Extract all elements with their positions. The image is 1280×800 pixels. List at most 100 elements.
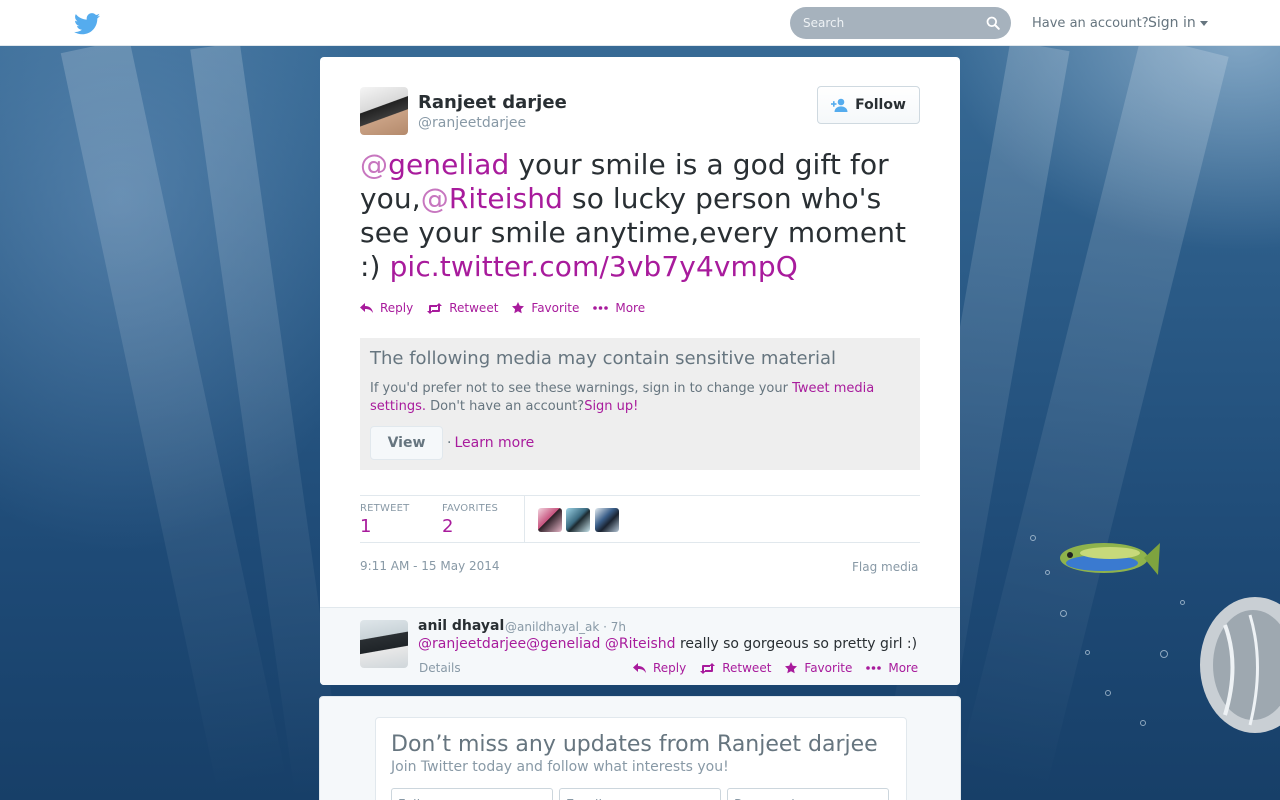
- reply-author-meta: @anildhayal_ak · 7h: [505, 620, 626, 634]
- fish-illustration: [1060, 543, 1160, 575]
- author-name[interactable]: Ranjeet darjee: [418, 92, 567, 113]
- bubble: [1160, 650, 1168, 658]
- reply-author-avatar[interactable]: [360, 620, 408, 668]
- favorite-action[interactable]: Favorite: [785, 661, 852, 675]
- email-field[interactable]: [559, 788, 721, 800]
- mention-link[interactable]: @Riteishd: [421, 182, 563, 215]
- sensitive-title: The following media may contain sensitiv…: [370, 348, 836, 369]
- bubble: [1105, 690, 1111, 696]
- retweet-stat[interactable]: RETWEET 1: [360, 503, 409, 537]
- at-symbol: @: [360, 148, 389, 181]
- mention-link[interactable]: @geneliad: [526, 636, 600, 652]
- more-action[interactable]: More: [593, 301, 645, 315]
- password-field[interactable]: [727, 788, 889, 800]
- stats-divider: [524, 496, 525, 543]
- retweet-action[interactable]: Retweet: [427, 301, 498, 315]
- signup-form: Don’t miss any updates from Ranjeet darj…: [375, 717, 907, 800]
- mention-link[interactable]: @Riteishd: [605, 636, 676, 652]
- mention-username: geneliad: [388, 148, 510, 181]
- mention-username: Riteishd: [448, 182, 563, 215]
- tweet-stats: RETWEET 1 FAVORITES 2: [360, 495, 920, 543]
- author-handle[interactable]: @ranjeetdarjee: [418, 115, 526, 131]
- tweet-card: Ranjeet darjee @ranjeetdarjee Follow @ge…: [320, 57, 960, 685]
- more-label: More: [888, 661, 919, 675]
- user-avatar[interactable]: [566, 508, 590, 532]
- author-avatar[interactable]: [360, 87, 408, 135]
- reply-tweet: anil dhayal @anildhayal_ak · 7h @ranjeet…: [320, 607, 960, 685]
- star-icon: [785, 662, 798, 674]
- retweet-label: Retweet: [722, 661, 772, 675]
- retweet-action[interactable]: Retweet: [700, 661, 771, 675]
- follow-button[interactable]: Follow: [817, 86, 920, 124]
- sensitive-media-warning: The following media may contain sensitiv…: [360, 338, 920, 470]
- sensitive-body-text: If you'd prefer not to see these warning…: [370, 381, 793, 396]
- user-avatar[interactable]: [538, 508, 562, 532]
- retweet-stat-label: RETWEET: [360, 503, 410, 514]
- follow-label: Follow: [855, 97, 906, 113]
- signup-title: Don’t miss any updates from Ranjeet darj…: [391, 732, 878, 757]
- signup-subtitle: Join Twitter today and follow what inter…: [391, 759, 729, 775]
- search-input[interactable]: [790, 7, 1011, 39]
- bubble: [1030, 535, 1036, 541]
- more-dots-icon: [593, 306, 609, 310]
- retweet-label: Retweet: [449, 301, 499, 315]
- favorites-stat[interactable]: FAVORITES 2: [442, 503, 498, 537]
- favorite-label: Favorite: [804, 661, 853, 675]
- sign-in-label: Sign in: [1148, 15, 1196, 31]
- favorites-count: 2: [442, 516, 454, 537]
- signup-card: Don’t miss any updates from Ranjeet darj…: [319, 696, 961, 800]
- learn-more-link[interactable]: Learn more: [454, 435, 534, 451]
- reply-action[interactable]: Reply: [633, 661, 686, 675]
- reply-author-name[interactable]: anil dhayal: [418, 618, 504, 634]
- more-dots-icon: [866, 666, 882, 670]
- retweet-count: 1: [360, 516, 372, 537]
- bubble: [1140, 720, 1146, 726]
- media-link[interactable]: pic.twitter.com/3vb7y4vmpQ: [390, 250, 798, 283]
- view-media-button[interactable]: View: [370, 426, 443, 460]
- favorites-stat-label: FAVORITES: [442, 503, 499, 514]
- details-link[interactable]: Details: [419, 661, 461, 675]
- reply-text-segment: really so gorgeous so pretty girl :): [675, 636, 918, 652]
- twitter-bird-icon[interactable]: [74, 13, 100, 35]
- separator: ·: [447, 435, 452, 451]
- follow-user-icon: [831, 98, 848, 112]
- top-bar: Have an account? Sign in: [0, 0, 1280, 46]
- reply-text: @ranjeetdarjee@geneliad @Riteishd really…: [418, 636, 917, 652]
- bubble: [1060, 610, 1067, 617]
- favorite-action[interactable]: Favorite: [512, 301, 579, 315]
- reply-label: Reply: [653, 661, 687, 675]
- flag-media-link[interactable]: Flag media: [852, 560, 918, 574]
- more-label: More: [615, 301, 646, 315]
- reply-action[interactable]: Reply: [360, 301, 413, 315]
- mention-link[interactable]: @geneliad: [360, 148, 509, 181]
- tweet-timestamp[interactable]: 9:11 AM - 15 May 2014: [360, 559, 500, 573]
- more-action[interactable]: More: [866, 661, 918, 675]
- reply-actions: Reply Retweet Favorite More: [633, 661, 932, 675]
- bubble: [1180, 600, 1185, 605]
- retweet-icon: [700, 662, 716, 674]
- caret-down-icon: [1199, 20, 1208, 26]
- full-name-field[interactable]: [391, 788, 553, 800]
- sign-up-link[interactable]: Sign up!: [584, 399, 638, 414]
- user-avatar[interactable]: [595, 508, 619, 532]
- tweet-text: @geneliad your smile is a god gift for y…: [360, 148, 920, 284]
- at-symbol: @: [420, 182, 449, 215]
- sensitive-body: If you'd prefer not to see these warning…: [370, 380, 910, 416]
- sign-in-dropdown[interactable]: Sign in: [1148, 15, 1208, 31]
- bubble: [1085, 650, 1090, 655]
- fish-illustration: [1200, 597, 1280, 733]
- search-box: [790, 7, 1011, 39]
- retweet-icon: [427, 302, 443, 314]
- star-icon: [512, 302, 525, 314]
- search-icon[interactable]: [986, 16, 1000, 30]
- learn-more: · Learn more: [447, 435, 534, 451]
- reply-label: Reply: [380, 301, 414, 315]
- sensitive-body-text: Don't have an account?: [425, 399, 585, 414]
- tweet-actions: Reply Retweet Favorite More: [360, 301, 659, 315]
- reply-icon: [360, 302, 373, 313]
- reply-icon: [633, 662, 646, 673]
- favorite-label: Favorite: [531, 301, 580, 315]
- have-account-text: Have an account?: [1032, 16, 1149, 31]
- bubble: [1045, 570, 1050, 575]
- mention-link[interactable]: @ranjeetdarjee: [418, 636, 526, 652]
